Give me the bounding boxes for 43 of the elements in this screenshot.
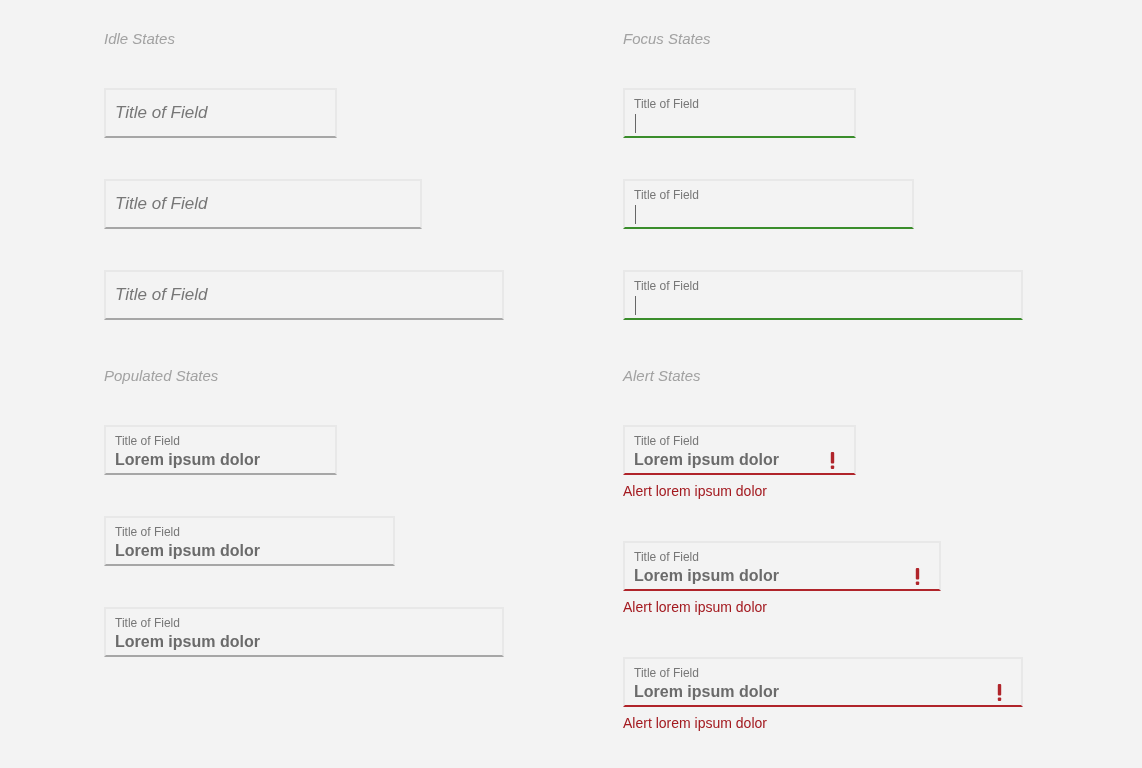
- field-label: Title of Field: [634, 666, 700, 680]
- field-placeholder: Title of Field: [115, 194, 209, 214]
- field-label: Title of Field: [634, 434, 700, 448]
- text-cursor: [635, 295, 636, 315]
- field-label: Title of Field: [634, 550, 700, 564]
- text-cursor: [635, 113, 636, 133]
- field-label: Title of Field: [115, 616, 181, 630]
- text-field[interactable]: Title of Field Lorem ipsum dolor: [104, 607, 504, 657]
- text-field[interactable]: Title of Field Lorem ipsum dolor: [623, 541, 941, 591]
- field-value: Lorem ipsum dolor: [115, 542, 261, 560]
- field-value: Lorem ipsum dolor: [634, 451, 780, 469]
- field-value: Lorem ipsum dolor: [115, 633, 261, 651]
- alert-icon: [830, 451, 835, 469]
- alert-message: Alert lorem ipsum dolor: [623, 599, 768, 616]
- text-field[interactable]: Title of Field Lorem ipsum dolor: [104, 425, 337, 475]
- field-placeholder: Title of Field: [115, 103, 209, 123]
- field-value: Lorem ipsum dolor: [115, 451, 261, 469]
- section-title: Focus States: [623, 30, 712, 48]
- field-value: Lorem ipsum dolor: [634, 683, 780, 701]
- alert-icon: [997, 683, 1002, 701]
- alert-message: Alert lorem ipsum dolor: [623, 715, 768, 732]
- field-value: Lorem ipsum dolor: [634, 567, 780, 585]
- field-label: Title of Field: [634, 279, 700, 293]
- text-field[interactable]: Title of Field: [623, 270, 1023, 320]
- alert-icon: [915, 567, 920, 585]
- field-label: Title of Field: [115, 525, 181, 539]
- text-field[interactable]: Title of Field: [104, 270, 504, 320]
- field-placeholder: Title of Field: [115, 285, 209, 305]
- text-field[interactable]: Title of Field Lorem ipsum dolor: [623, 425, 856, 475]
- text-cursor: [635, 204, 636, 224]
- section-title: Populated States: [104, 367, 220, 385]
- text-field[interactable]: Title of Field: [104, 88, 337, 138]
- alert-message: Alert lorem ipsum dolor: [623, 483, 768, 500]
- text-field[interactable]: Title of Field Lorem ipsum dolor: [104, 516, 395, 566]
- field-label: Title of Field: [634, 188, 700, 202]
- section-title: Idle States: [104, 30, 176, 48]
- text-field[interactable]: Title of Field: [104, 179, 422, 229]
- field-label: Title of Field: [634, 97, 700, 111]
- text-field[interactable]: Title of Field Lorem ipsum dolor: [623, 657, 1023, 707]
- section-title: Alert States: [623, 367, 702, 385]
- field-label: Title of Field: [115, 434, 181, 448]
- text-field[interactable]: Title of Field: [623, 179, 914, 229]
- text-field[interactable]: Title of Field: [623, 88, 856, 138]
